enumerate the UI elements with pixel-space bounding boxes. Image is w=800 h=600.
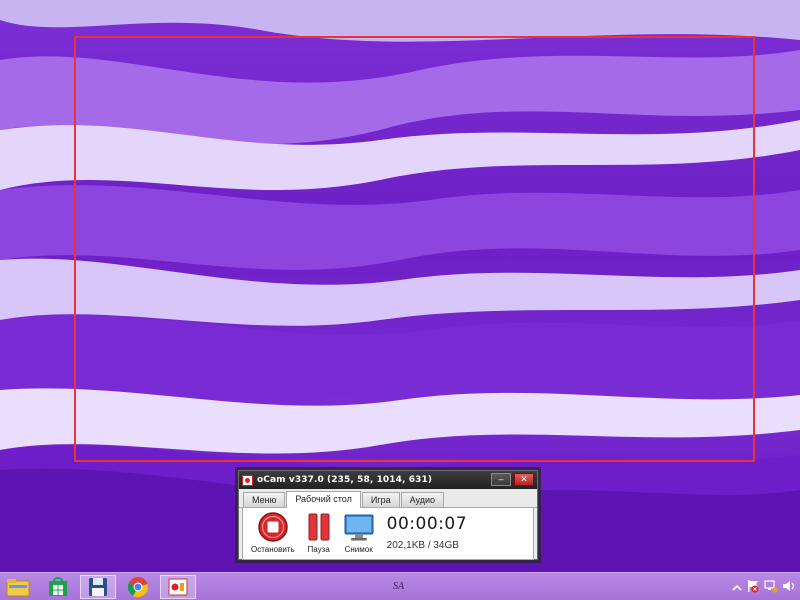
snapshot-label: Снимок: [344, 545, 373, 554]
ocam-icon: [168, 578, 188, 596]
stop-record-icon: [258, 512, 288, 542]
recording-timer: 00:00:07: [386, 514, 468, 534]
taskbar-file-explorer[interactable]: [0, 575, 36, 599]
taskbar-chrome[interactable]: [120, 575, 156, 599]
close-button[interactable]: ✕: [514, 473, 534, 486]
pause-button[interactable]: Пауза: [303, 511, 335, 554]
ocam-window: oCam v337.0 (235, 58, 1014, 631) – ✕ Мен…: [238, 470, 538, 560]
taskbar-signature: SA: [393, 581, 405, 592]
stop-button[interactable]: Остановить: [251, 511, 295, 554]
tray-network-icon[interactable]: [764, 579, 778, 598]
taskbar-ocam[interactable]: [160, 575, 196, 599]
tray-flag-icon[interactable]: [746, 579, 760, 598]
ocam-app-icon: [242, 474, 253, 486]
snapshot-button[interactable]: Снимок: [343, 511, 375, 554]
ocam-titlebar[interactable]: oCam v337.0 (235, 58, 1014, 631) – ✕: [239, 471, 537, 489]
recording-info: 00:00:07 202,1KB / 34GB: [387, 511, 467, 551]
taskbar: SA: [0, 572, 800, 600]
tab-audio[interactable]: Аудио: [400, 492, 444, 507]
chrome-icon: [127, 577, 148, 598]
taskbar-save-app[interactable]: [80, 575, 116, 599]
taskbar-store[interactable]: [40, 575, 76, 599]
ocam-toolbar: Остановить Пауза Снимок 00:00:07 202,1KB…: [242, 508, 534, 560]
tab-menu[interactable]: Меню: [243, 492, 286, 507]
file-size-readout: 202,1KB / 34GB: [386, 540, 459, 551]
file-explorer-icon: [6, 579, 30, 597]
tray-expand-icon[interactable]: [732, 580, 742, 598]
tab-desktop[interactable]: Рабочий стол: [286, 491, 361, 508]
monitor-snapshot-icon: [344, 514, 374, 541]
window-title: oCam v337.0 (235, 58, 1014, 631): [257, 475, 433, 485]
store-icon: [49, 577, 67, 596]
system-tray: [732, 579, 796, 598]
ocam-tab-bar: Меню Рабочий стол Игра Аудио: [239, 491, 537, 508]
tray-volume-icon[interactable]: [782, 579, 796, 598]
stop-label: Остановить: [251, 545, 295, 554]
pause-icon: [308, 513, 330, 541]
floppy-save-icon: [89, 578, 107, 596]
minimize-button[interactable]: –: [491, 473, 511, 486]
tab-game[interactable]: Игра: [361, 492, 400, 507]
capture-region-frame[interactable]: [74, 36, 755, 462]
pause-label: Пауза: [307, 545, 330, 554]
